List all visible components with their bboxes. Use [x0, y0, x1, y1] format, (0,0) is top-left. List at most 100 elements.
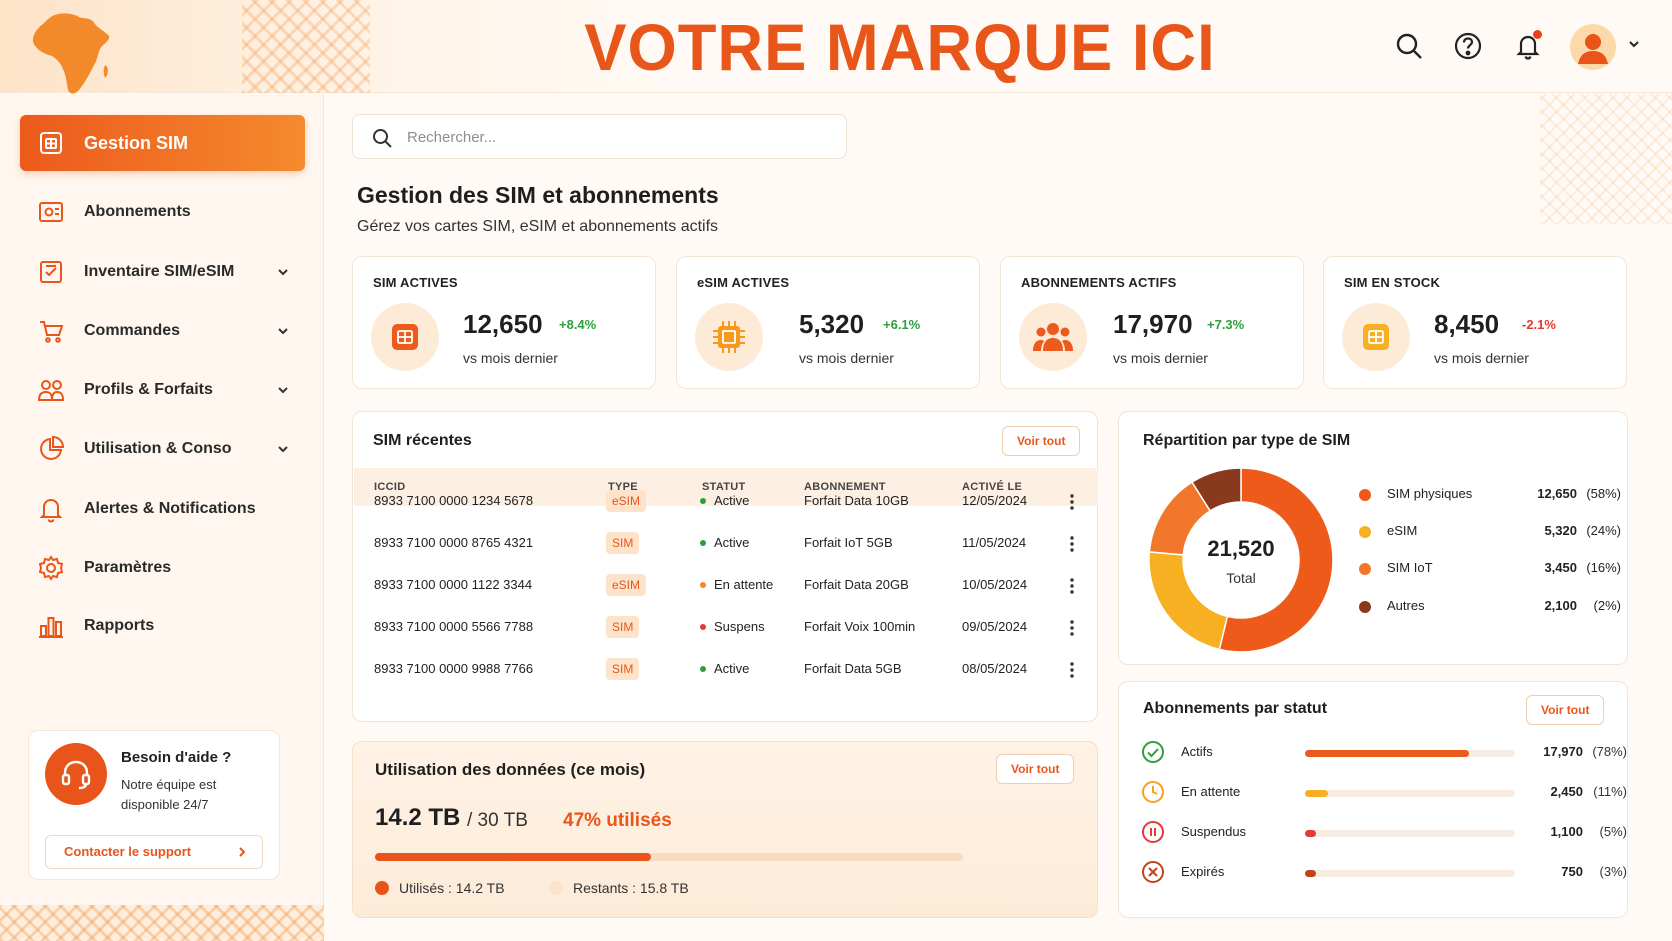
recent-sim-card: SIM récentes Voir tout ICCID TYPE STATUT… — [352, 411, 1098, 722]
status-label: Active — [714, 493, 750, 508]
table-row[interactable]: 8933 7100 0000 5566 7788 SIM Suspens Forfai… — [354, 606, 1098, 648]
status-label: Expirés — [1181, 864, 1225, 879]
africa-logo-icon — [33, 13, 110, 94]
table-row[interactable]: 8933 7100 0000 8765 4321 SIM Active Forfait… — [354, 522, 1098, 564]
status-label: En attente — [714, 577, 774, 592]
sidebar-item-label: Inventaire SIM/eSIM — [84, 263, 235, 280]
legend-value: 2,100 — [1544, 598, 1577, 613]
sidebar-item-label: Gestion SIM — [84, 132, 189, 153]
sidebar-item-profils[interactable]: Profils & Forfaits — [20, 362, 305, 418]
view-all-button[interactable]: Voir tout — [1526, 695, 1605, 725]
type-badge: eSIM — [606, 490, 647, 512]
pause-circle-icon — [1141, 820, 1165, 844]
more-options-icon[interactable] — [1064, 576, 1080, 596]
cell-date: 10/05/2024 — [962, 577, 1028, 592]
users-icon — [1019, 303, 1087, 371]
kpi-delta: +7.3% — [1207, 317, 1245, 332]
status-percent: (78%) — [1592, 744, 1627, 759]
pie-chart-icon — [36, 434, 66, 464]
sidebar-item-parametres[interactable]: Paramètres — [20, 540, 305, 596]
status-bar-fill — [1305, 830, 1316, 837]
view-all-button[interactable]: Voir tout — [996, 754, 1075, 784]
chevron-right-icon — [239, 847, 246, 857]
sidebar-item-label: Rapports — [84, 617, 155, 634]
search-input[interactable] — [407, 123, 827, 151]
usage-total: / 30 TB — [467, 810, 528, 831]
status-percent: (3%) — [1599, 864, 1627, 879]
headset-icon — [45, 743, 107, 805]
kpi-label: eSIM ACTIVES — [697, 275, 790, 290]
decorative-pattern — [1540, 94, 1672, 224]
search-bar[interactable] — [352, 114, 847, 159]
status-dot — [700, 581, 706, 588]
status-dot — [700, 623, 706, 630]
kpi-label: SIM EN STOCK — [1344, 275, 1441, 290]
type-badge: SIM — [606, 616, 640, 638]
cell-status: Suspens — [700, 619, 765, 634]
more-options-icon[interactable] — [1064, 534, 1080, 554]
sidebar-item-utilisation[interactable]: Utilisation & Conso — [20, 421, 305, 477]
cart-icon — [36, 316, 66, 346]
contact-support-button[interactable]: Contacter le support — [45, 835, 263, 869]
legend-label: Utilisés : 14.2 TB — [399, 880, 505, 896]
cell-plan: Forfait Data 10GB — [804, 493, 909, 508]
cell-plan: Forfait Data 20GB — [804, 577, 909, 592]
status-value: 17,970 — [1543, 744, 1583, 759]
type-badge: eSIM — [606, 574, 647, 596]
kpi-card-abonnements-actifs: ABONNEMENTS ACTIFS 17,970 +7.3% vs mois … — [1000, 256, 1304, 389]
status-row: Suspendus 1,100 (5%) — [1141, 818, 1627, 848]
help-title: Besoin d'aide ? — [121, 749, 232, 766]
bell-icon[interactable] — [1512, 30, 1544, 62]
sim-card-icon — [371, 303, 439, 371]
table-row[interactable]: 8933 7100 0000 1234 5678 eSIM Active Forfai… — [354, 480, 1098, 522]
sidebar-item-commandes[interactable]: Commandes — [20, 303, 305, 359]
status-bar-fill — [1305, 790, 1329, 797]
sidebar-item-alertes[interactable]: Alertes & Notifications — [20, 481, 305, 537]
kpi-value: 17,970 — [1113, 309, 1193, 339]
bell-icon — [36, 494, 66, 524]
status-bar — [1305, 790, 1515, 797]
sidebar-item-label: Paramètres — [84, 559, 172, 576]
cell-date: 08/05/2024 — [962, 661, 1028, 676]
subscription-icon — [36, 197, 66, 227]
more-options-icon[interactable] — [1064, 660, 1080, 680]
type-badge: SIM — [606, 532, 640, 554]
sidebar-item-gestion-sim[interactable]: Gestion SIM — [20, 115, 305, 171]
more-options-icon[interactable] — [1064, 618, 1080, 638]
help-card: Besoin d'aide ? Notre équipe est disponi… — [28, 730, 280, 880]
table-row[interactable]: 8933 7100 0000 1122 3344 eSIM En attente Fo… — [354, 564, 1098, 606]
more-options-icon[interactable] — [1064, 492, 1080, 512]
sidebar-item-inventaire[interactable]: Inventaire SIM/eSIM — [20, 244, 305, 300]
sidebar-item-rapports[interactable]: Rapports — [20, 598, 305, 654]
cell-date: 12/05/2024 — [962, 493, 1028, 508]
kpi-sub: vs mois dernier — [1434, 350, 1529, 366]
search-icon[interactable] — [1393, 30, 1425, 62]
legend-value: 3,450 — [1544, 560, 1577, 575]
user-avatar[interactable] — [1570, 24, 1616, 70]
section-title: Abonnements par statut — [1143, 700, 1328, 717]
chevron-down-icon — [278, 328, 288, 335]
help-icon[interactable] — [1452, 30, 1484, 62]
view-all-button[interactable]: Voir tout — [1002, 426, 1081, 456]
kpi-label: ABONNEMENTS ACTIFS — [1021, 275, 1177, 290]
kpi-card-esim-actives: eSIM ACTIVES 5,320 +6.1% vs mois dernier — [676, 256, 980, 389]
sidebar-item-label: Utilisation & Conso — [84, 440, 232, 457]
subscription-status-card: Abonnements par statut Voir tout Actifs 1… — [1118, 681, 1628, 918]
kpi-card-sim-actives: SIM ACTIVES 12,650 +8.4% vs mois dernier — [352, 256, 656, 389]
cell-date: 09/05/2024 — [962, 619, 1028, 634]
kpi-value: 12,650 — [463, 309, 543, 339]
decorative-pattern — [242, 0, 370, 93]
kpi-delta: +8.4% — [559, 317, 597, 332]
section-title: Utilisation des données (ce mois) — [375, 760, 646, 779]
legend-label: SIM IoT — [1387, 560, 1433, 575]
status-value: 750 — [1561, 864, 1583, 879]
page-subtitle: Gérez vos cartes SIM, eSIM et abonnement… — [357, 218, 719, 235]
table-row[interactable]: 8933 7100 0000 9988 7766 SIM Active Forfait… — [354, 648, 1098, 690]
cell-status: Active — [700, 535, 749, 550]
status-bar — [1305, 750, 1515, 757]
sidebar-item-abonnements[interactable]: Abonnements — [20, 184, 305, 240]
legend-swatch — [375, 881, 389, 895]
chevron-down-icon[interactable] — [1626, 36, 1642, 52]
clock-icon — [1141, 780, 1165, 804]
sidebar-item-label: Alertes & Notifications — [84, 500, 256, 517]
